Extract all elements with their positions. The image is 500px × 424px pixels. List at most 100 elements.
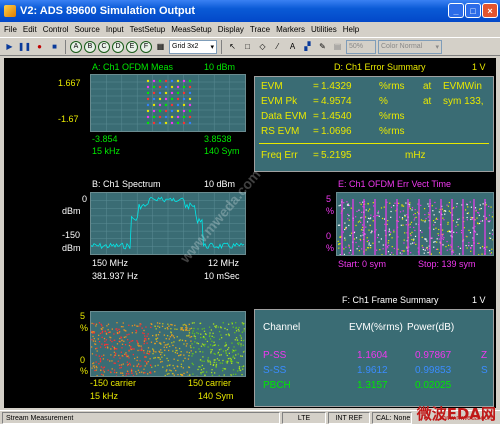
evm-carrier-point: [119, 364, 121, 366]
evm-time-point: [446, 240, 448, 243]
brush-icon[interactable]: ▤: [331, 40, 344, 53]
evm-time-point: [435, 248, 438, 250]
menu-control[interactable]: Control: [43, 25, 69, 34]
stop-icon[interactable]: ■: [48, 40, 61, 53]
trace-f-title[interactable]: F: Ch1 Frame Summary: [342, 295, 439, 305]
minimize-button[interactable]: _: [448, 3, 464, 18]
evm-time-point: [424, 249, 426, 251]
evm-carrier-point: [105, 343, 108, 346]
play-icon[interactable]: ▶: [3, 40, 16, 53]
line-icon[interactable]: ⁄: [271, 40, 284, 53]
trace-e-title[interactable]: E: Ch1 OFDM Err Vect Time: [338, 179, 451, 189]
menu-input[interactable]: Input: [106, 25, 124, 34]
constellation-point: [164, 79, 168, 83]
menu-display[interactable]: Display: [218, 25, 244, 34]
trace-d-title[interactable]: D: Ch1 Error Summary: [334, 62, 426, 72]
evm-carrier-point: [180, 354, 182, 356]
evm-carrier-point: [211, 349, 213, 351]
evm-carrier-point: [233, 346, 235, 348]
evm-carrier-point: [139, 349, 141, 351]
evm-carrier-point: [188, 366, 190, 368]
menu-utilities[interactable]: Utilities: [311, 25, 337, 34]
constellation-point: [188, 91, 192, 95]
evm-carrier-point: [239, 334, 241, 337]
close-button[interactable]: ×: [482, 3, 498, 18]
evm-time-point: [447, 205, 449, 207]
evm-time-point: [427, 203, 429, 205]
trace-c-button[interactable]: C: [98, 40, 110, 53]
frame-summary-table[interactable]: Channel EVM(%rms) Power(dB) P-SS 1.1604 0.978…: [254, 309, 494, 407]
evm-carrier-point: [115, 348, 117, 350]
evm-time-point: [382, 244, 384, 246]
trace-e-button[interactable]: E: [126, 40, 138, 53]
evm-carrier-point: [202, 335, 205, 338]
menu-file[interactable]: File: [4, 25, 17, 34]
evm-carrier-point: [186, 335, 188, 337]
trace-e-grid[interactable]: [336, 192, 495, 257]
evm-carrier-point: [144, 372, 146, 374]
trace-f-button[interactable]: F: [140, 40, 152, 53]
evm-time-point: [446, 204, 448, 206]
evm-carrier-point: [199, 359, 202, 361]
rectangle-icon[interactable]: □: [241, 40, 254, 53]
evm-carrier-point: [200, 333, 202, 335]
evm-time-point: [438, 238, 440, 240]
constellation-point: [170, 79, 174, 83]
trace-d-button[interactable]: D: [112, 40, 124, 53]
evm-time-point: [452, 251, 455, 253]
evm-carrier-point: [237, 343, 240, 346]
menu-meassetup[interactable]: MeasSetup: [171, 25, 211, 34]
trace-b-title[interactable]: B: Ch1 Spectrum: [92, 179, 161, 189]
evm-time-point: [426, 240, 428, 242]
evm-time-point: [436, 238, 438, 240]
layout-icon[interactable]: ▦: [154, 40, 167, 53]
evm-carrier-point: [225, 350, 227, 352]
evm-carrier-point: [117, 360, 119, 362]
trace-a-title[interactable]: A: Ch1 OFDM Meas: [92, 62, 173, 72]
menu-markers[interactable]: Markers: [276, 25, 305, 34]
evm-carrier-point: [191, 343, 193, 345]
pen-icon[interactable]: ✎: [316, 40, 329, 53]
evm-time-column: [418, 199, 420, 255]
menu-testsetup[interactable]: TestSetup: [130, 25, 166, 34]
fill-icon[interactable]: ▞: [301, 40, 314, 53]
evm-time-column: [385, 199, 387, 255]
error-summary-table[interactable]: EVM = 1.4329 %rms at EVMWin EVM Pk = 4.9574% at sy…: [254, 76, 494, 172]
frame-row-channel: P-SS: [263, 350, 287, 361]
evm-carrier-point: [177, 373, 179, 376]
evm-carrier-point: [231, 360, 234, 363]
record-icon[interactable]: ●: [33, 40, 46, 53]
menu-edit[interactable]: Edit: [23, 25, 37, 34]
pause-icon[interactable]: ❚❚: [18, 40, 31, 53]
evm-carrier-point: [209, 348, 212, 351]
grid-select[interactable]: Grid 3x2 ▾: [169, 39, 217, 54]
trace-c-grid[interactable]: [90, 311, 246, 378]
diamond-icon[interactable]: ◇: [256, 40, 269, 53]
evm-carrier-point: [124, 343, 127, 346]
evm-carrier-point: [143, 368, 145, 370]
evm-carrier-point: [147, 360, 149, 363]
evm-carrier-point: [220, 337, 223, 339]
evm-carrier-point: [171, 372, 174, 375]
pointer-icon[interactable]: ↖: [226, 40, 239, 53]
evm-carrier-point: [235, 327, 237, 329]
evm-carrier-point: [211, 340, 213, 342]
trace-a-grid[interactable]: [90, 74, 246, 132]
menu-help[interactable]: Help: [343, 25, 359, 34]
evm-time-point: [349, 234, 351, 237]
evm-carrier-point: [212, 345, 214, 347]
evm-carrier-point: [204, 333, 207, 335]
menu-source[interactable]: Source: [74, 25, 99, 34]
evm-carrier-point: [239, 368, 241, 371]
text-icon[interactable]: A: [286, 40, 299, 53]
evm-time-column: [341, 199, 343, 255]
maximize-button[interactable]: □: [465, 3, 481, 18]
menu-trace[interactable]: Trace: [250, 25, 270, 34]
evm-time-point: [481, 245, 484, 248]
trace-b-button[interactable]: B: [84, 40, 96, 53]
constellation-point: [158, 91, 162, 95]
evm-carrier-point: [217, 351, 220, 354]
evm-carrier-point: [243, 328, 245, 330]
evm-carrier-point: [155, 328, 157, 330]
trace-a-button[interactable]: A: [70, 40, 82, 53]
